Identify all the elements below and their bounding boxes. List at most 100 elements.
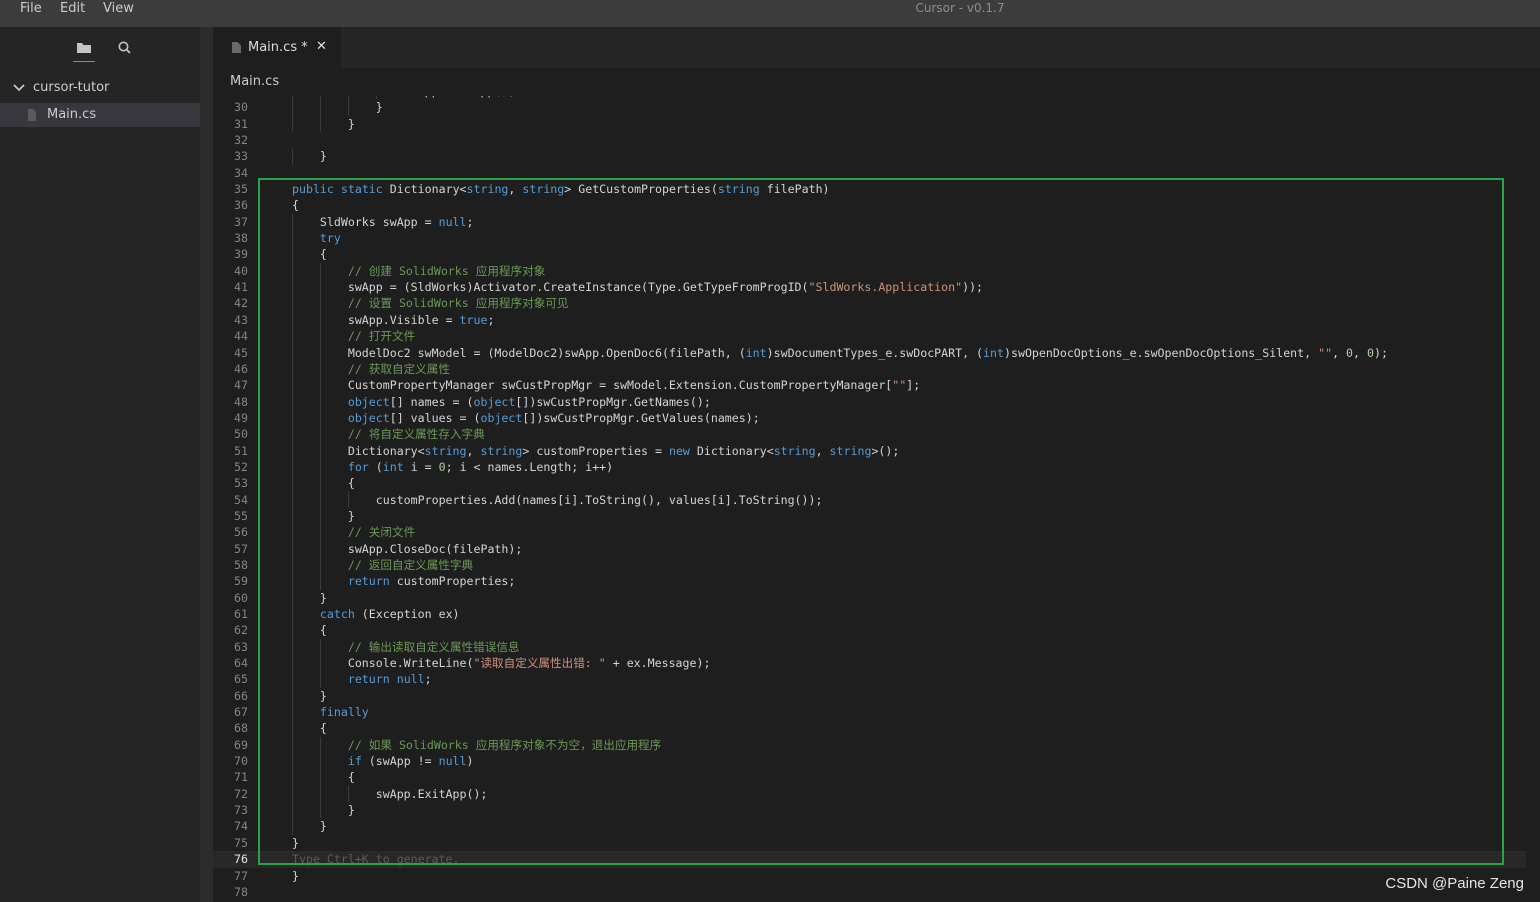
line-number: 65 [234, 672, 248, 687]
line-code: swApp = (SldWorks)Activator.CreateInstan… [292, 280, 984, 295]
line-code: for (int i = 0; i < names.Length; i++) [347, 459, 614, 474]
code-line[interactable]: 66 } [213, 687, 1540, 705]
line-number: 36 [234, 198, 248, 213]
code-line[interactable]: 77} [213, 868, 1540, 884]
editor-scrollbar[interactable] [1526, 96, 1540, 902]
line-number: 38 [234, 231, 248, 246]
generate-placeholder[interactable]: Type Ctrl+K to generate. [292, 852, 460, 866]
close-icon[interactable]: ✕ [316, 39, 327, 54]
code-line[interactable]: 54 customProperties.Add(names[i].ToStrin… [213, 491, 1540, 508]
code-line[interactable]: 33 } [213, 148, 1540, 165]
line-number: 30 [234, 100, 248, 115]
line-code: customProperties.Add(names[i].ToString()… [292, 492, 823, 507]
line-number: 39 [234, 247, 248, 262]
line-number: 49 [234, 410, 248, 425]
code-line[interactable]: 69 // 如果 SolidWorks 应用程序对象不为空，退出应用程序 [213, 736, 1540, 754]
code-line[interactable]: 60 } [213, 589, 1540, 606]
file-icon [232, 42, 241, 57]
code-line[interactable]: 62 { [213, 622, 1540, 639]
code-line[interactable]: 55 } [213, 507, 1540, 525]
code-lines: 29 swApp.ExitApp();30 }31 }3233 }3435pub… [213, 96, 1540, 900]
code-line[interactable]: 40 // 创建 SolidWorks 应用程序对象 [213, 262, 1540, 280]
line-code: // 创建 SolidWorks 应用程序对象 [347, 263, 546, 278]
code-line[interactable]: 58 // 返回自定义属性字典 [213, 556, 1540, 574]
breadcrumb-file[interactable]: Main.cs [230, 74, 279, 89]
line-number: 33 [234, 149, 248, 164]
code-editor[interactable]: 29 swApp.ExitApp();30 }31 }3233 }3435pub… [213, 96, 1540, 902]
tab-main-cs[interactable]: Main.cs * ✕ [213, 27, 341, 68]
line-number: 78 [234, 884, 248, 899]
line-number: 40 [234, 263, 248, 278]
tab-label: Main.cs * [248, 40, 308, 55]
code-line[interactable]: 48 object[] names = (object[])swCustProp… [213, 393, 1540, 410]
line-number: 48 [234, 394, 248, 409]
code-line[interactable]: 37 SldWorks swApp = null; [213, 213, 1540, 231]
code-line[interactable]: 30 } [213, 99, 1540, 116]
code-line[interactable]: 51 Dictionary<string, string> customProp… [213, 442, 1540, 459]
code-line[interactable]: 47 CustomPropertyManager swCustPropMgr =… [213, 377, 1540, 394]
code-line[interactable]: 32 [213, 132, 1540, 148]
code-line[interactable]: 42 // 设置 SolidWorks 应用程序对象可见 [213, 295, 1540, 312]
app-title: Cursor - v0.1.7 [915, 1, 1005, 15]
code-line[interactable]: 72 swApp.ExitApp(); [213, 785, 1540, 803]
code-line[interactable]: 65 return null; [213, 671, 1540, 688]
line-code: // 将自定义属性存入字典 [347, 427, 485, 442]
code-line[interactable]: 44 // 打开文件 [213, 328, 1540, 345]
folder-icon[interactable] [73, 39, 95, 57]
code-line[interactable]: 38 try [213, 230, 1540, 247]
code-line[interactable]: 39 { [213, 246, 1540, 263]
line-number: 46 [234, 361, 248, 376]
chevron-down-icon [12, 81, 26, 99]
line-code: } [292, 116, 355, 131]
code-line[interactable]: 70 if (swApp != null) [213, 753, 1540, 770]
code-line[interactable]: 67 finally [213, 704, 1540, 721]
code-line[interactable]: 59 return customProperties; [213, 573, 1540, 590]
code-line[interactable]: 46 // 获取自定义属性 [213, 360, 1540, 378]
code-line[interactable]: 52 for (int i = 0; i < names.Length; i++… [213, 458, 1540, 476]
code-line[interactable]: 63 // 输出读取自定义属性错误信息 [213, 638, 1540, 656]
code-line[interactable]: 35 public static Dictionary<string, strin… [213, 181, 1540, 197]
line-number: 53 [234, 476, 248, 491]
search-icon[interactable] [114, 39, 136, 57]
code-line[interactable]: 36 { [213, 197, 1540, 213]
menu-bar: File Edit View Cursor - v0.1.7 [0, 0, 1540, 27]
line-code: // 打开文件 [347, 329, 416, 344]
line-number: 71 [234, 770, 248, 785]
code-line[interactable]: 41 swApp = (SldWorks)Activator.CreateIns… [213, 279, 1540, 296]
code-line[interactable]: 34 [213, 165, 1540, 181]
code-line[interactable]: 68 { [213, 720, 1540, 737]
line-code: { [292, 198, 299, 213]
code-line[interactable]: 31 } [213, 115, 1540, 133]
code-line[interactable]: 78 [213, 884, 1540, 900]
code-line[interactable]: 57 swApp.CloseDoc(filePath); [213, 540, 1540, 557]
code-line[interactable]: 61 catch (Exception ex) [213, 606, 1540, 623]
code-line[interactable]: 71 { [213, 769, 1540, 786]
code-line[interactable]: 74 } [213, 818, 1540, 835]
code-line[interactable]: 43 swApp.Visible = true; [213, 311, 1540, 329]
line-code: Dictionary<string, string> customPropert… [292, 443, 900, 458]
code-line[interactable]: 76 Type Ctrl+K to generate. [213, 851, 1540, 868]
code-line[interactable]: 73 } [213, 802, 1540, 819]
line-number: 43 [234, 312, 248, 327]
line-code: swApp.Visible = true; [292, 312, 495, 327]
code-line[interactable]: 49 object[] values = (object[])swCustPro… [213, 409, 1540, 427]
code-line[interactable]: 50 // 将自定义属性存入字典 [213, 426, 1540, 443]
line-number: 31 [234, 116, 248, 131]
line-code: // 返回自定义属性字典 [347, 557, 474, 572]
code-line[interactable]: 45 ModelDoc2 swModel = (ModelDoc2)swApp.… [213, 344, 1540, 361]
menu-view[interactable]: View [102, 0, 135, 17]
tree-file-main-cs[interactable]: Main.cs [0, 103, 200, 127]
line-number: 63 [234, 639, 248, 654]
line-number: 56 [234, 525, 248, 540]
code-line[interactable]: 75} [213, 835, 1540, 851]
line-code: // 设置 SolidWorks 应用程序对象可见 [347, 296, 569, 311]
code-line[interactable]: 64 Console.WriteLine("读取自定义属性出错: " + ex.… [213, 655, 1540, 672]
line-code: // 获取自定义属性 [347, 361, 450, 376]
code-line[interactable]: 56 // 关闭文件 [213, 524, 1540, 541]
tree-folder-cursor-tutor[interactable]: cursor-tutor [0, 77, 200, 99]
sidebar-splitter[interactable] [200, 27, 213, 902]
code-line[interactable]: 53 { [213, 475, 1540, 492]
menu-edit[interactable]: Edit [59, 0, 86, 17]
line-code: { [292, 721, 327, 736]
menu-file[interactable]: File [19, 0, 43, 17]
